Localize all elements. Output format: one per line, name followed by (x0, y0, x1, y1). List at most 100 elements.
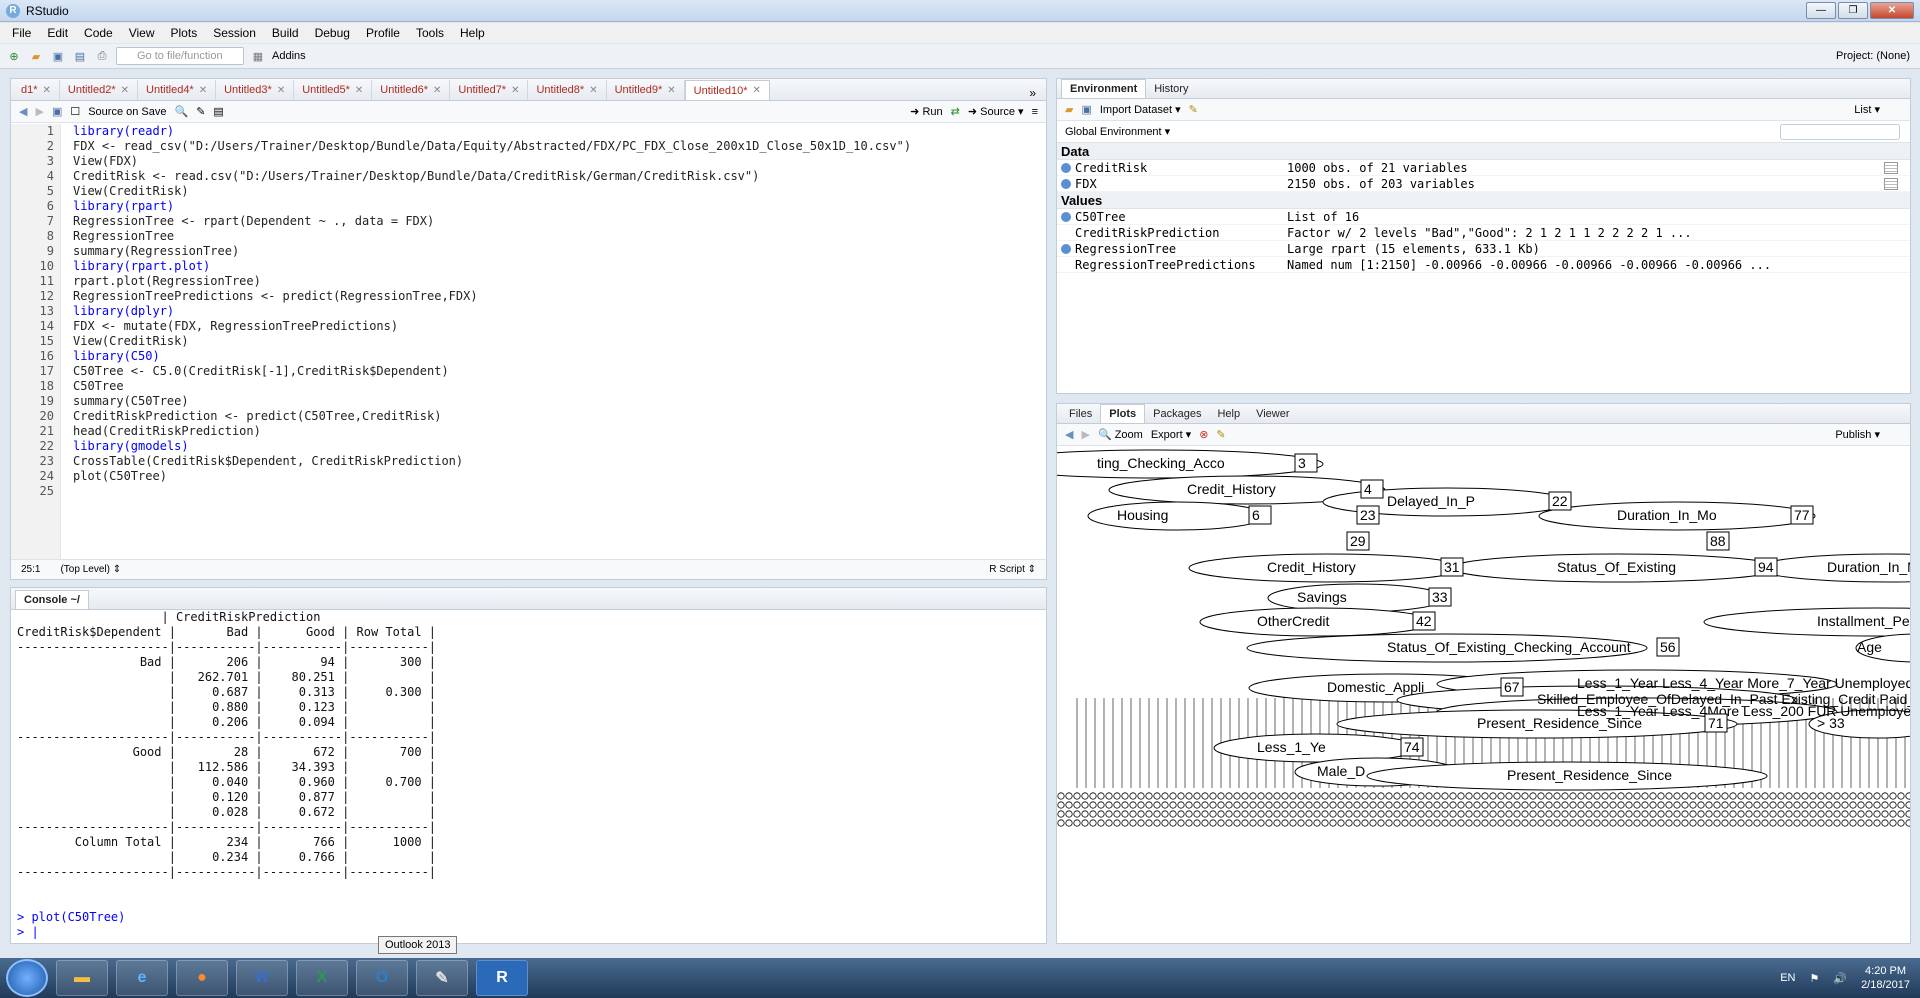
tab-viewer[interactable]: Viewer (1248, 405, 1297, 423)
code-line[interactable]: View(CreditRisk) (73, 184, 1046, 199)
taskbar-word-icon[interactable]: W (236, 960, 288, 996)
save-icon[interactable]: ▣ (52, 105, 62, 118)
env-value-row[interactable]: RegressionTreePredictions Named num [1:2… (1057, 257, 1910, 273)
broom-icon[interactable]: ✎ (1216, 428, 1225, 441)
code-line[interactable]: CreditRisk <- read.csv("D:/Users/Trainer… (73, 169, 1046, 184)
env-value-row[interactable]: CreditRiskPrediction Factor w/ 2 levels … (1057, 225, 1910, 241)
tab-environment[interactable]: Environment (1061, 79, 1147, 98)
code-line[interactable]: RegressionTree <- rpart(Dependent ~ ., d… (73, 214, 1046, 229)
close-tab-icon[interactable]: ✕ (121, 85, 129, 96)
editor-tab[interactable]: Untitled5* ✕ (294, 80, 373, 100)
editor-tab-active[interactable]: Untitled10* ✕ (684, 80, 770, 100)
code-line[interactable]: View(FDX) (73, 154, 1046, 169)
start-button[interactable] (6, 959, 48, 997)
expand-icon[interactable] (1061, 244, 1071, 254)
editor-tab[interactable]: Untitled8* ✕ (528, 80, 607, 100)
close-tab-icon[interactable]: ✕ (753, 85, 761, 96)
taskbar-ie-icon[interactable]: e (116, 960, 168, 996)
taskbar-outlook-icon[interactable]: O (356, 960, 408, 996)
close-tab-icon[interactable]: ✕ (433, 85, 441, 96)
expand-icon[interactable] (1061, 163, 1071, 173)
close-tab-icon[interactable]: ✕ (199, 85, 207, 96)
taskbar-excel-icon[interactable]: X (296, 960, 348, 996)
env-value-row[interactable]: C50Tree List of 16 (1057, 209, 1910, 225)
broom-icon[interactable]: ✎ (1189, 103, 1198, 116)
open-file-icon[interactable]: ▰ (28, 48, 44, 64)
editor-tab[interactable]: d1* ✕ (13, 80, 60, 100)
menu-view[interactable]: View (121, 26, 163, 40)
view-mode-selector[interactable]: List ▾ (1854, 103, 1880, 116)
volume-icon[interactable]: 🔊 (1833, 972, 1847, 985)
remove-plot-icon[interactable]: ⊗ (1199, 428, 1208, 441)
tab-help[interactable]: Help (1209, 405, 1248, 423)
load-workspace-icon[interactable]: ▰ (1065, 103, 1073, 116)
export-button[interactable]: Export ▾ (1151, 428, 1191, 441)
code-line[interactable] (73, 484, 1046, 499)
view-table-icon[interactable] (1884, 178, 1898, 190)
search-icon[interactable]: 🔍 (175, 105, 189, 118)
env-value-row[interactable]: RegressionTree Large rpart (15 elements,… (1057, 241, 1910, 257)
forward-arrow-icon[interactable]: ▶ (1081, 428, 1089, 441)
close-tab-icon[interactable]: ✕ (511, 85, 519, 96)
close-tab-icon[interactable]: ✕ (277, 85, 285, 96)
code-line[interactable]: FDX <- read_csv("D:/Users/Trainer/Deskto… (73, 139, 1046, 154)
back-arrow-icon[interactable]: ◀ (1065, 428, 1073, 441)
code-line[interactable]: CrossTable(CreditRisk$Dependent, CreditR… (73, 454, 1046, 469)
more-tabs-icon[interactable]: » (1019, 86, 1046, 100)
code-tools-icon[interactable]: ✎ (196, 105, 205, 118)
tab-files[interactable]: Files (1061, 405, 1100, 423)
import-dataset-button[interactable]: Import Dataset ▾ (1100, 103, 1181, 116)
menu-debug[interactable]: Debug (307, 26, 358, 40)
compile-report-icon[interactable]: ▤ (213, 105, 223, 118)
code-line[interactable]: library(dplyr) (73, 304, 1046, 319)
editor-tab[interactable]: Untitled6* ✕ (372, 80, 451, 100)
forward-arrow-icon[interactable]: ▶ (35, 105, 43, 118)
run-button[interactable]: ➜ Run (910, 105, 942, 118)
code-line[interactable]: plot(C50Tree) (73, 469, 1046, 484)
code-line[interactable]: library(rpart.plot) (73, 259, 1046, 274)
tab-packages[interactable]: Packages (1145, 405, 1209, 423)
taskbar-tools-icon[interactable]: ✎ (416, 960, 468, 996)
editor-tab[interactable]: Untitled2* ✕ (60, 80, 139, 100)
menu-plots[interactable]: Plots (163, 26, 206, 40)
expand-icon[interactable] (1061, 179, 1071, 189)
close-tab-icon[interactable]: ✕ (355, 85, 363, 96)
menu-help[interactable]: Help (452, 26, 493, 40)
minimize-button[interactable]: — (1806, 2, 1836, 19)
code-editor[interactable]: 1 2 3 4 5 6 7 8 9 10 11 12 13 14 15 16 17 18 19 20 21 22 23 24 2… (11, 124, 1046, 559)
taskbar-firefox-icon[interactable]: ● (176, 960, 228, 996)
outline-icon[interactable]: ≡ (1032, 106, 1038, 118)
project-menu[interactable]: Project: (None) (1836, 50, 1910, 62)
zoom-button[interactable]: 🔍 Zoom (1098, 428, 1143, 441)
editor-tab[interactable]: Untitled9* ✕ (607, 80, 685, 100)
code-line[interactable]: summary(RegressionTree) (73, 244, 1046, 259)
editor-tab[interactable]: Untitled3* ✕ (216, 80, 295, 100)
code-line[interactable]: RegressionTreePredictions <- predict(Reg… (73, 289, 1046, 304)
code-line[interactable]: View(CreditRisk) (73, 334, 1046, 349)
close-button[interactable]: ✕ (1870, 2, 1914, 19)
menu-code[interactable]: Code (76, 26, 121, 40)
env-data-row[interactable]: FDX 2150 obs. of 203 variables (1057, 176, 1910, 192)
go-to-file-input[interactable]: Go to file/function (116, 47, 244, 65)
editor-tab[interactable]: Untitled7* ✕ (450, 80, 529, 100)
view-table-icon[interactable] (1884, 162, 1898, 174)
code-lines[interactable]: library(readr) FDX <- read_csv("D:/Users/… (73, 124, 1046, 499)
taskbar-r-icon[interactable]: R (476, 960, 528, 996)
code-line[interactable]: CreditRiskPrediction <- predict(C50Tree,… (73, 409, 1046, 424)
scope-selector[interactable]: (Top Level) ⇕ (60, 564, 121, 575)
tab-plots[interactable]: Plots (1100, 404, 1146, 423)
code-line[interactable]: library(gmodels) (73, 439, 1046, 454)
scope-selector[interactable]: Global Environment ▾ (1065, 125, 1170, 138)
code-line[interactable]: C50Tree (73, 379, 1046, 394)
save-all-icon[interactable]: ▤ (72, 48, 88, 64)
new-file-icon[interactable]: ⊕ (6, 48, 22, 64)
save-workspace-icon[interactable]: ▣ (1081, 103, 1091, 116)
env-data-row[interactable]: CreditRisk 1000 obs. of 21 variables (1057, 160, 1910, 176)
editor-tab[interactable]: Untitled4* ✕ (138, 80, 217, 100)
source-button[interactable]: ➜ Source ▾ (968, 105, 1024, 118)
flag-icon[interactable]: ⚑ (1809, 972, 1819, 985)
publish-button[interactable]: Publish ▾ (1835, 428, 1880, 441)
clock[interactable]: 4:20 PM 2/18/2017 (1861, 964, 1910, 992)
code-line[interactable]: RegressionTree (73, 229, 1046, 244)
addins-button[interactable]: Addins (272, 50, 306, 62)
